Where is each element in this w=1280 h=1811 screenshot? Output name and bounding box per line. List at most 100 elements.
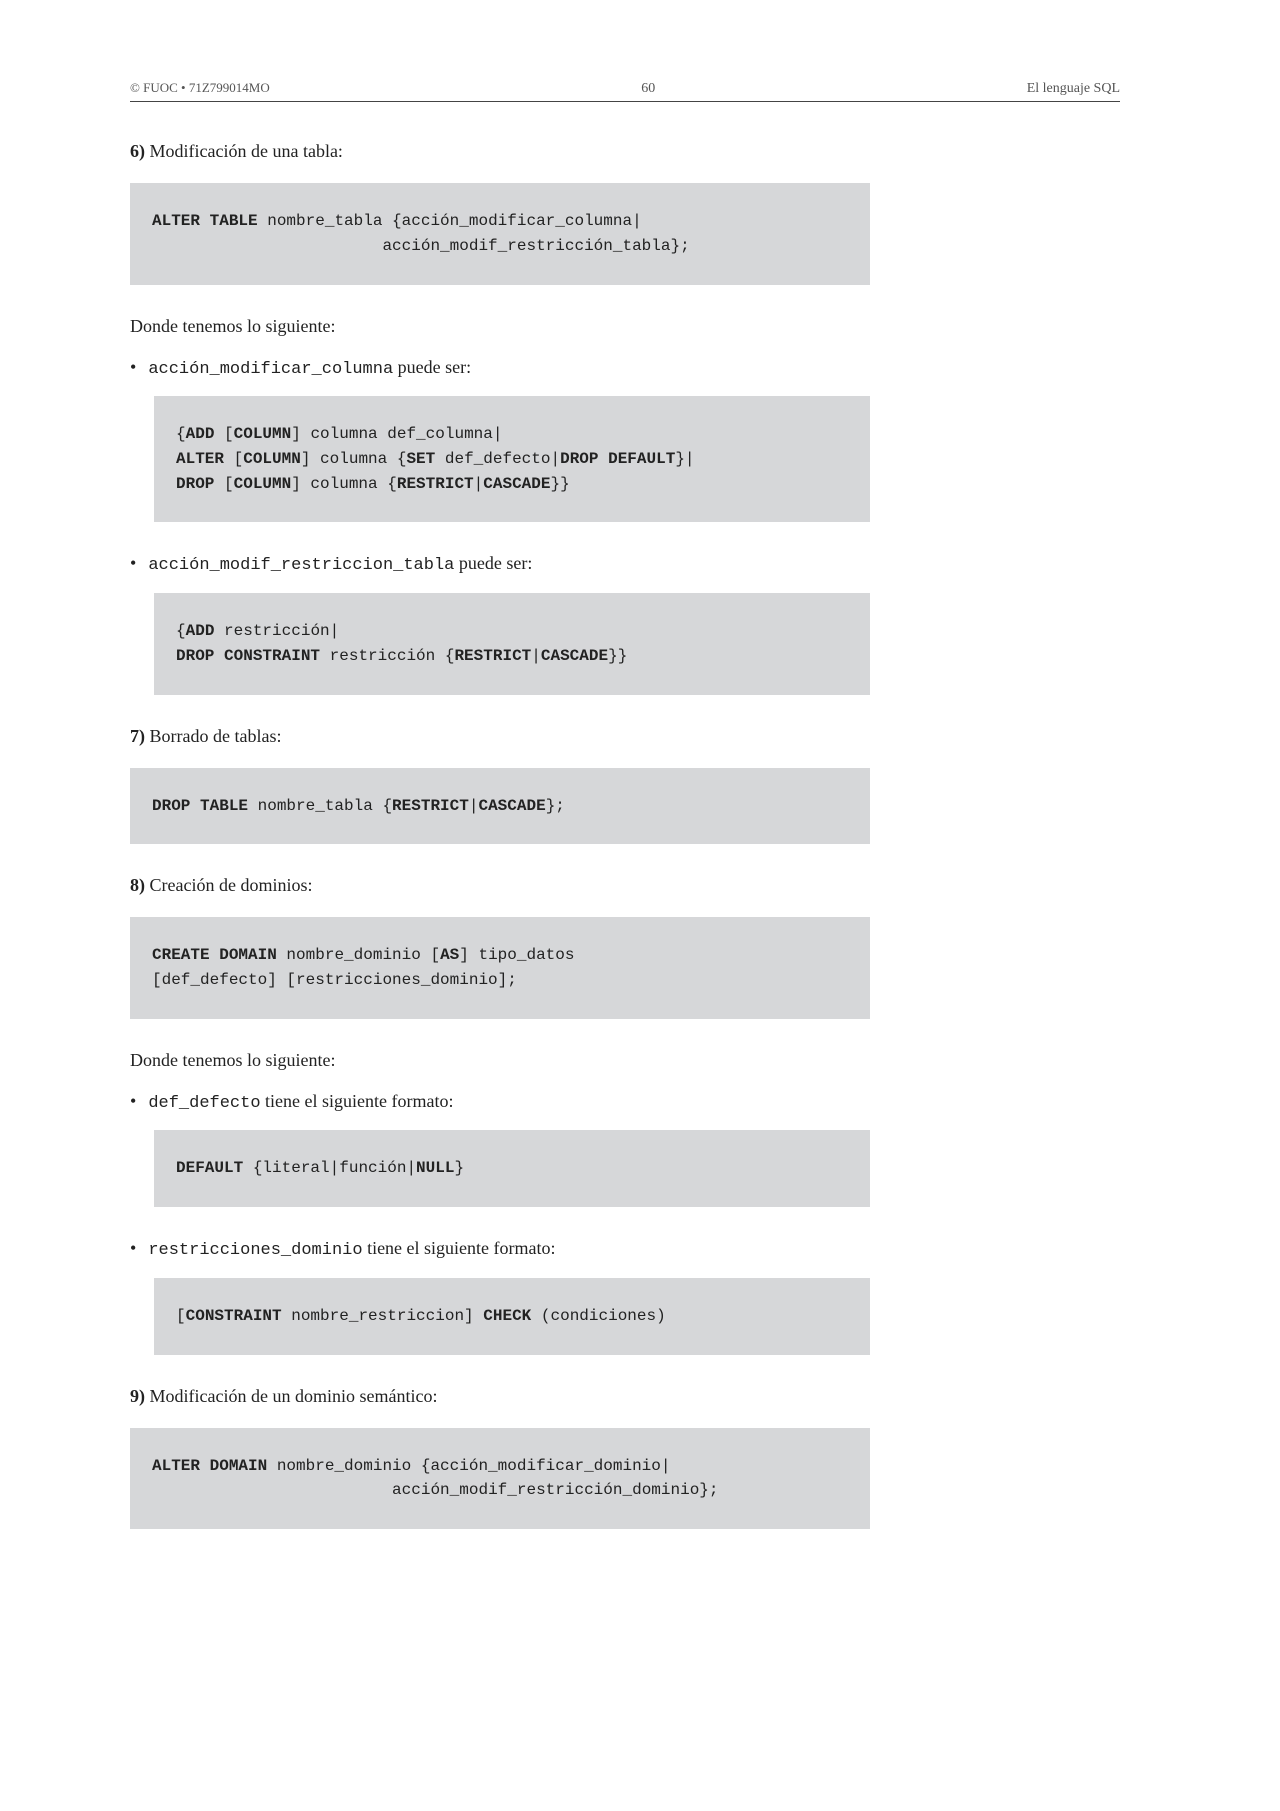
code-text: def_defecto| <box>435 450 560 468</box>
keyword: DROP DEFAULT <box>560 450 675 468</box>
keyword: NULL <box>416 1159 454 1177</box>
page-number: 60 <box>641 81 655 97</box>
bullet-item: • acción_modif_restriccion_tabla puede s… <box>130 550 870 579</box>
keyword: ALTER TABLE <box>152 212 258 230</box>
code-text: restricción { <box>320 647 454 665</box>
code-text: acción_modif_restricción_tabla}; <box>152 237 690 255</box>
section-num: 8) <box>130 875 145 895</box>
code-text: { <box>176 622 186 640</box>
content-column: 6) Modificación de una tabla: ALTER TABL… <box>130 138 870 1529</box>
code-text: nombre_restriccion] <box>282 1307 484 1325</box>
keyword: COLUMN <box>243 450 301 468</box>
keyword: RESTRICT <box>454 647 531 665</box>
code-text: {literal|función| <box>243 1159 416 1177</box>
keyword: ADD <box>186 622 215 640</box>
code-text: [ <box>214 475 233 493</box>
keyword: CASCADE <box>541 647 608 665</box>
code-text: restricción| <box>214 622 339 640</box>
keyword: SET <box>406 450 435 468</box>
section-num: 6) <box>130 141 145 161</box>
bullet-content: acción_modif_restriccion_tabla puede ser… <box>148 550 532 579</box>
section-num: 7) <box>130 726 145 746</box>
code-text: }; <box>546 797 565 815</box>
code-text: }} <box>608 647 627 665</box>
bullet-dot-icon: • <box>130 1092 136 1110</box>
bullet-text: puede ser: <box>454 553 532 573</box>
bullet-text: tiene el siguiente formato: <box>261 1091 454 1111</box>
code-text: [ <box>176 1307 186 1325</box>
code-text: ] tipo_datos <box>459 946 574 964</box>
keyword: CASCADE <box>483 475 550 493</box>
code-text: { <box>176 425 186 443</box>
code-text: (condiciones) <box>531 1307 665 1325</box>
bullet-dot-icon: • <box>130 358 136 376</box>
keyword: CREATE DOMAIN <box>152 946 277 964</box>
keyword: DROP CONSTRAINT <box>176 647 320 665</box>
keyword: COLUMN <box>234 475 292 493</box>
keyword: CHECK <box>483 1307 531 1325</box>
paragraph: Donde tenemos lo siguiente: <box>130 313 870 340</box>
keyword: ALTER DOMAIN <box>152 1457 267 1475</box>
bullet-item: • acción_modificar_columna puede ser: <box>130 354 870 383</box>
keyword: AS <box>440 946 459 964</box>
section-7-title: 7) Borrado de tablas: <box>130 723 870 750</box>
code-text: ] columna { <box>291 475 397 493</box>
keyword: COLUMN <box>234 425 292 443</box>
inline-code: restricciones_dominio <box>148 1241 362 1260</box>
keyword: DROP <box>176 475 214 493</box>
keyword: DROP TABLE <box>152 797 248 815</box>
code-text: [ <box>224 450 243 468</box>
section-num: 9) <box>130 1386 145 1406</box>
bullet-content: acción_modificar_columna puede ser: <box>148 354 471 383</box>
section-text: Borrado de tablas: <box>150 726 282 746</box>
header-left: © FUOC • 71Z799014MO <box>130 80 270 96</box>
section-9-title: 9) Modificación de un dominio semántico: <box>130 1383 870 1410</box>
code-accion-modif-restriccion: {ADD restricción| DROP CONSTRAINT restri… <box>154 593 870 695</box>
section-6-title: 6) Modificación de una tabla: <box>130 138 870 165</box>
section-text: Creación de dominios: <box>150 875 313 895</box>
code-text: nombre_tabla {acción_modificar_columna| <box>258 212 642 230</box>
bullet-content: def_defecto tiene el siguiente formato: <box>148 1088 453 1117</box>
bullet-dot-icon: • <box>130 1239 136 1257</box>
code-text: [ <box>214 425 233 443</box>
keyword: ALTER <box>176 450 224 468</box>
code-text: ] columna def_columna| <box>291 425 502 443</box>
bullet-content: restricciones_dominio tiene el siguiente… <box>148 1235 555 1264</box>
code-text: }} <box>550 475 569 493</box>
code-alter-domain: ALTER DOMAIN nombre_dominio {acción_modi… <box>130 1428 870 1530</box>
code-text: acción_modif_restricción_dominio}; <box>152 1481 719 1499</box>
keyword: ADD <box>186 425 215 443</box>
code-text: ] columna { <box>301 450 407 468</box>
code-default: DEFAULT {literal|función|NULL} <box>154 1130 870 1207</box>
bullet-item: • restricciones_dominio tiene el siguien… <box>130 1235 870 1264</box>
keyword: CONSTRAINT <box>186 1307 282 1325</box>
code-text: | <box>531 647 541 665</box>
code-text: [def_defecto] [restricciones_dominio]; <box>152 971 517 989</box>
section-8-title: 8) Creación de dominios: <box>130 872 870 899</box>
page-header: © FUOC • 71Z799014MO 60 El lenguaje SQL <box>130 80 1120 102</box>
code-text: }| <box>675 450 694 468</box>
code-alter-table: ALTER TABLE nombre_tabla {acción_modific… <box>130 183 870 285</box>
section-text: Modificación de un dominio semántico: <box>150 1386 438 1406</box>
bullet-text: puede ser: <box>393 357 471 377</box>
code-text: nombre_tabla { <box>248 797 392 815</box>
section-text: Modificación de una tabla: <box>150 141 343 161</box>
bullet-text: tiene el siguiente formato: <box>363 1238 556 1258</box>
code-constraint-check: [CONSTRAINT nombre_restriccion] CHECK (c… <box>154 1278 870 1355</box>
code-text: nombre_dominio [ <box>277 946 440 964</box>
keyword: RESTRICT <box>392 797 469 815</box>
keyword: RESTRICT <box>397 475 474 493</box>
inline-code: acción_modificar_columna <box>148 360 393 379</box>
code-create-domain: CREATE DOMAIN nombre_dominio [AS] tipo_d… <box>130 917 870 1019</box>
inline-code: def_defecto <box>148 1094 260 1113</box>
bullet-dot-icon: • <box>130 554 136 572</box>
bullet-item: • def_defecto tiene el siguiente formato… <box>130 1088 870 1117</box>
code-text: | <box>474 475 484 493</box>
header-right: El lenguaje SQL <box>1027 81 1120 97</box>
code-drop-table: DROP TABLE nombre_tabla {RESTRICT|CASCAD… <box>130 768 870 845</box>
keyword: DEFAULT <box>176 1159 243 1177</box>
code-text: nombre_dominio {acción_modificar_dominio… <box>267 1457 670 1475</box>
paragraph: Donde tenemos lo siguiente: <box>130 1047 870 1074</box>
code-accion-modificar-columna: {ADD [COLUMN] columna def_columna| ALTER… <box>154 396 870 522</box>
code-text: } <box>454 1159 464 1177</box>
